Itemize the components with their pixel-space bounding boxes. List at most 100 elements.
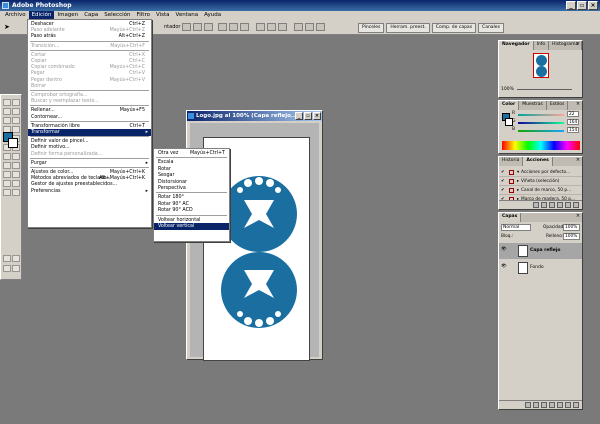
play-icon[interactable]	[549, 202, 555, 208]
panel-tab[interactable]: Muestras	[519, 101, 547, 110]
transform-menu-item[interactable]: Otra vez Mayús+Ctrl+T	[154, 150, 229, 157]
edit-menu-item[interactable]: Buscar y reemplazar texto...	[28, 98, 151, 105]
palette-well-tab[interactable]: Comp. de capas	[431, 23, 477, 33]
navigator-thumbnail[interactable]	[533, 53, 549, 78]
checkmark-icon[interactable]: ✔	[501, 177, 505, 185]
distribute-icon[interactable]	[278, 23, 287, 31]
edit-menu-item[interactable]: Definir forma personalizada...	[28, 151, 151, 158]
align-icon[interactable]	[204, 23, 213, 31]
screen-mode-icon[interactable]	[3, 265, 11, 272]
checkmark-icon[interactable]: ✔	[501, 168, 505, 176]
panel-tab[interactable]: Capas	[499, 213, 522, 222]
adjustment-icon[interactable]	[557, 402, 563, 408]
zoom-slider[interactable]	[517, 89, 572, 90]
maximize-button[interactable]: ▫	[304, 112, 312, 120]
edit-menu-item[interactable]: Preferencias ▸	[28, 188, 151, 195]
new-action-icon[interactable]	[565, 202, 571, 208]
distribute-icon[interactable]	[267, 23, 276, 31]
layer-name[interactable]: Fondo	[530, 265, 544, 270]
dialog-toggle-icon[interactable]	[509, 179, 514, 184]
hand-tool-icon[interactable]	[3, 189, 11, 196]
dialog-toggle-icon[interactable]	[509, 188, 514, 193]
new-set-icon[interactable]	[557, 202, 563, 208]
link-icon[interactable]	[525, 402, 531, 408]
move-tool-icon[interactable]: ➤	[4, 23, 10, 31]
path-tool-icon[interactable]	[3, 162, 11, 169]
folder-icon[interactable]	[549, 402, 555, 408]
transform-menu-item[interactable]: Perspectiva	[154, 185, 229, 192]
layer-row-reflection[interactable]: 👁 Capa reflejo	[499, 243, 582, 259]
navigator-zoom[interactable]: 100%	[501, 87, 580, 93]
panel-tab[interactable]: Navegador	[499, 41, 534, 50]
fill-value[interactable]: 100%	[563, 233, 580, 240]
stop-icon[interactable]	[533, 202, 539, 208]
minimize-button[interactable]: _	[295, 112, 303, 120]
expand-triangle-icon[interactable]: ▸	[517, 186, 519, 194]
trash-icon[interactable]	[573, 202, 579, 208]
action-row[interactable]: ✔ ▸ Viñeta (selección)	[499, 177, 582, 186]
close-button[interactable]: ×	[588, 1, 598, 10]
layer-name[interactable]: Capa reflejo	[530, 248, 560, 253]
quickmask-mode-icon[interactable]	[12, 255, 20, 262]
brush-tool-icon[interactable]	[12, 126, 20, 133]
trash-icon[interactable]	[573, 402, 579, 408]
menu-1[interactable]: Archivo	[2, 11, 29, 20]
blue-slider[interactable]	[518, 130, 564, 132]
menu-7[interactable]: Vista	[153, 11, 173, 20]
align-icon[interactable]	[182, 23, 191, 31]
zoom-tool-icon[interactable]	[12, 189, 20, 196]
close-button[interactable]: ×	[313, 112, 321, 120]
lasso-tool-icon[interactable]	[3, 108, 11, 115]
eyedropper-tool-icon[interactable]	[12, 180, 20, 187]
visibility-eye-icon[interactable]: 👁	[501, 247, 507, 252]
blur-tool-icon[interactable]	[3, 153, 11, 160]
dialog-toggle-icon[interactable]	[509, 170, 514, 175]
edit-menu-item[interactable]: Transformar ▸	[28, 129, 151, 136]
expand-triangle-icon[interactable]: ▾	[517, 168, 519, 176]
align-icon[interactable]	[240, 23, 249, 31]
distribute-icon[interactable]	[256, 23, 265, 31]
action-row[interactable]: ✔ ▸ Canal de marco, 50 p...	[499, 186, 582, 195]
notes-tool-icon[interactable]	[3, 180, 11, 187]
pen-tool-icon[interactable]	[3, 171, 11, 178]
distribute-icon[interactable]	[316, 23, 325, 31]
panel-tab[interactable]: Acciones	[523, 157, 553, 166]
align-icon[interactable]	[229, 23, 238, 31]
green-value[interactable]: 164	[567, 119, 579, 125]
edit-menu-item[interactable]: Borrar	[28, 83, 151, 90]
wand-tool-icon[interactable]	[12, 108, 20, 115]
palette-well-tab[interactable]: Canales	[478, 23, 504, 33]
zoom-value[interactable]: 100%	[501, 87, 514, 92]
panel-tab[interactable]: Historia	[499, 157, 524, 166]
mask-icon[interactable]	[541, 402, 547, 408]
crop-tool-icon[interactable]	[3, 117, 11, 124]
panel-tab[interactable]: Info	[534, 41, 550, 50]
restore-button[interactable]: ▫	[577, 1, 587, 10]
transform-menu-item[interactable]: Rotar 90° ACD	[154, 207, 229, 214]
slice-tool-icon[interactable]	[12, 117, 20, 124]
blue-value[interactable]: 154	[567, 127, 579, 133]
dodge-tool-icon[interactable]	[12, 153, 20, 160]
checkmark-icon[interactable]: ✔	[501, 186, 505, 194]
move-tool-icon[interactable]	[12, 99, 20, 106]
close-icon[interactable]: ×	[575, 42, 581, 48]
close-icon[interactable]: ×	[575, 158, 581, 164]
align-icon[interactable]	[218, 23, 227, 31]
new-layer-icon[interactable]	[565, 402, 571, 408]
green-slider[interactable]	[518, 122, 564, 124]
transform-menu-item[interactable]: Voltear vertical	[154, 223, 229, 230]
edit-menu-item[interactable]: Contornear...	[28, 114, 151, 121]
red-value[interactable]: 22	[567, 111, 579, 117]
align-icon[interactable]	[193, 23, 202, 31]
record-icon[interactable]	[541, 202, 547, 208]
type-tool-icon[interactable]	[12, 162, 20, 169]
layer-row-background[interactable]: 👁 Fondo	[499, 260, 582, 276]
background-color-swatch[interactable]	[8, 138, 18, 148]
color-ramp[interactable]	[502, 141, 580, 150]
expand-triangle-icon[interactable]: ▸	[517, 177, 519, 185]
palette-well-tab[interactable]: Pinceles	[358, 23, 385, 33]
edit-menu-item[interactable]: Paso atrás Alt+Ctrl+Z	[28, 33, 151, 40]
standard-mode-icon[interactable]	[3, 255, 11, 262]
palette-well-tab[interactable]: Herram. preest.	[386, 23, 430, 33]
action-row[interactable]: ✔ ▾ Acciones por defecto...	[499, 168, 582, 177]
